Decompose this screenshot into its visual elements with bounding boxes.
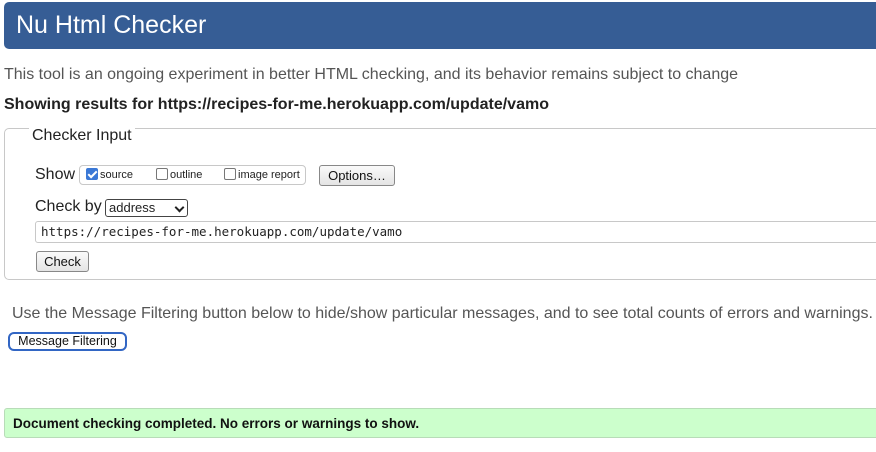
message-filtering-button[interactable]: Message Filtering [8,332,127,351]
result-message-text: Document checking completed. No errors o… [13,416,420,431]
show-label: Show [35,166,76,183]
result-message-banner: Document checking completed. No errors o… [4,408,876,438]
checker-input-panel: Checker Input Show source outline image … [4,127,876,280]
source-checkbox[interactable] [86,168,98,180]
checker-input-legend: Checker Input [29,127,135,145]
check-by-select[interactable]: address [105,199,188,217]
image-report-option[interactable]: image report [224,167,300,183]
app-header: Nu Html Checker [4,2,876,49]
source-option-label: source [100,169,134,181]
source-option[interactable]: source [86,167,133,183]
show-options-group: source outline image report [79,165,306,185]
filtering-instructions: Use the Message Filtering button below t… [12,305,873,322]
outline-checkbox[interactable] [156,168,168,180]
check-by-label: Check by [35,198,102,215]
url-input[interactable]: https://recipes-for-me.herokuapp.com/upd… [35,221,876,243]
options-button[interactable]: Options… [319,165,395,186]
outline-option[interactable]: outline [156,167,202,183]
page-title: Nu Html Checker [16,11,207,39]
results-heading: Showing results for https://recipes-for-… [4,96,549,113]
outline-option-label: outline [170,169,203,181]
chevron-down-icon [174,202,185,213]
image-report-checkbox[interactable] [224,168,236,180]
image-report-option-label: image report [238,169,300,181]
check-button[interactable]: Check [36,251,89,272]
check-by-value: address [109,200,156,215]
intro-text: This tool is an ongoing experiment in be… [4,66,739,83]
